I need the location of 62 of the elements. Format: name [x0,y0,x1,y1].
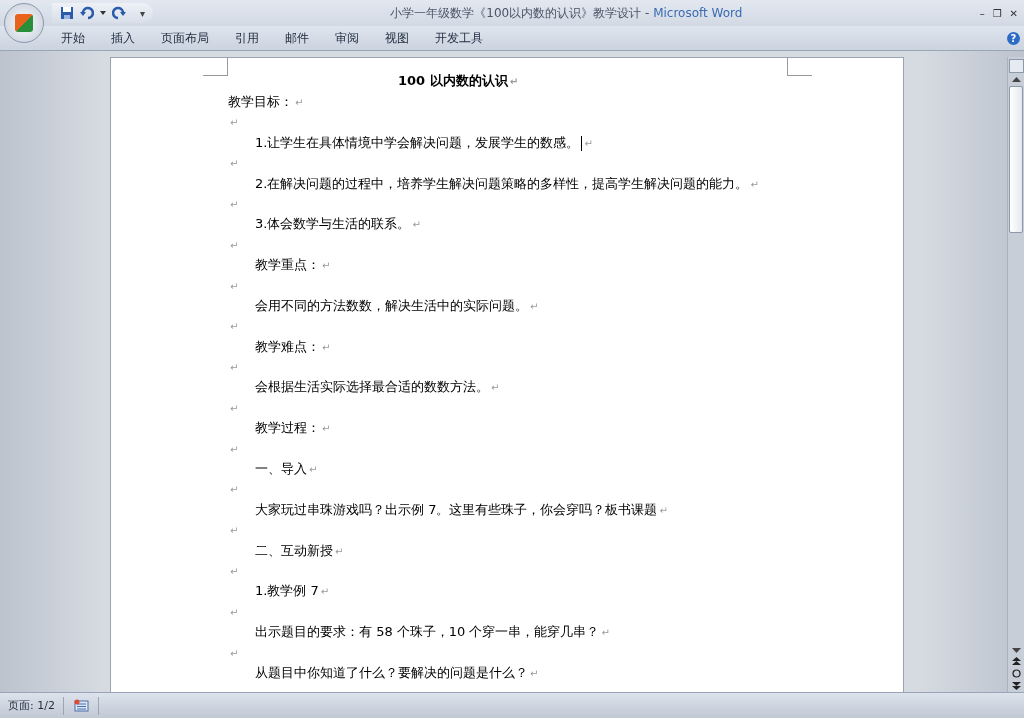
document-paragraph: 教学过程：↵ [254,419,332,438]
document-paragraph: ↵ [229,483,240,498]
ribbon-tab[interactable]: 开始 [48,29,98,47]
document-paragraph: 出示题目的要求：有 58 个珠子，10 个穿一串，能穿几串？↵ [254,623,611,642]
page-count[interactable]: 页面: 1/2 [0,696,64,715]
document-heading: 100 以内数的认识↵ [396,72,520,90]
document-paragraph: ↵ [229,401,240,416]
document-paragraph: 大家玩过串珠游戏吗？出示例 7。这里有些珠子，你会穿吗？板书课题↵ [254,500,669,519]
window-title: 小学一年级数学《100以内数的认识》教学设计 - Microsoft Word [389,4,744,22]
document-paragraph: 2.在解决问题的过程中，培养学生解决问题策略的多样性，提高学生解决问题的能力。↵ [254,174,760,193]
margin-corner-mark [787,58,812,76]
browse-object-icon[interactable] [1011,669,1021,678]
customize-menu-glyph[interactable]: ▾ [140,7,146,19]
document-paragraph: 1.让学生在具体情境中学会解决问题，发展学生的数感。 ↵ [254,133,594,153]
document-paragraph: ↵ [229,361,240,376]
document-paragraph: ↵ [229,320,240,335]
ribbon-tab[interactable]: 邮件 [272,29,322,47]
document-paragraph: 一、导入↵ [254,460,319,479]
scroll-down-icon[interactable] [1011,648,1021,653]
document-paragraph: ↵ [229,197,240,212]
ribbon-tab[interactable]: 引用 [222,29,272,47]
save-icon[interactable] [60,6,74,20]
document-paragraph: 二、互动新授↵ [254,541,345,560]
document-paragraph: ↵ [229,646,240,661]
document-paragraph: ↵ [229,565,240,579]
document-paragraph: ↵ [229,238,240,253]
previous-page-icon[interactable] [1011,657,1021,665]
ribbon-tab[interactable]: 插入 [98,29,148,47]
document-paragraph: ↵ [229,442,240,457]
document-paragraph: ↵ [229,157,240,172]
ruler-toggle-icon[interactable] [1008,59,1024,73]
document-paragraph: ↵ [229,524,240,539]
window-control[interactable]: – [979,7,985,19]
spelling-check-icon[interactable] [72,699,89,712]
document-paragraph: ↵ [229,605,240,620]
ribbon-tab[interactable]: 开发工具 [422,29,496,47]
scroll-thumb[interactable] [1009,86,1023,233]
document-paragraph: 教学重点：↵ [254,256,332,275]
document-paragraph: 从题目中你知道了什么？要解决的问题是什么？↵ [254,663,540,682]
redo-icon[interactable] [112,6,126,20]
scroll-up-icon[interactable] [1011,77,1021,82]
document-paragraph: 会用不同的方法数数，解决生活中的实际问题。↵ [254,296,540,315]
office-logo-icon [15,14,33,32]
document-paragraph: 教学难点：↵ [254,337,332,356]
next-page-icon[interactable] [1011,682,1021,690]
margin-corner-mark [203,58,228,76]
window-control[interactable]: ❐ [992,7,1002,19]
dropdown-arrow-icon[interactable] [100,11,106,15]
undo-icon[interactable] [80,6,94,20]
vertical-scrollbar[interactable] [1007,57,1024,692]
document-paragraph: 3.体会数学与生活的联系。↵ [254,215,422,234]
window-control[interactable]: ✕ [1009,7,1018,19]
ribbon-tab[interactable]: 页面布局 [148,29,222,47]
document-paragraph: 会根据生活实际选择最合适的数数方法。↵ [254,378,501,397]
document-paragraph: 教学目标：↵ [228,93,305,111]
document-paragraph: ↵ [229,279,240,294]
office-button[interactable] [4,3,44,43]
ribbon-tab[interactable]: 审阅 [322,29,372,47]
document-paragraph: ↵ [229,116,240,131]
ribbon-tab[interactable]: 视图 [372,29,422,47]
help-button[interactable]: ? [1007,31,1020,45]
document-paragraph: 1.教学例 7↵ [254,582,331,601]
